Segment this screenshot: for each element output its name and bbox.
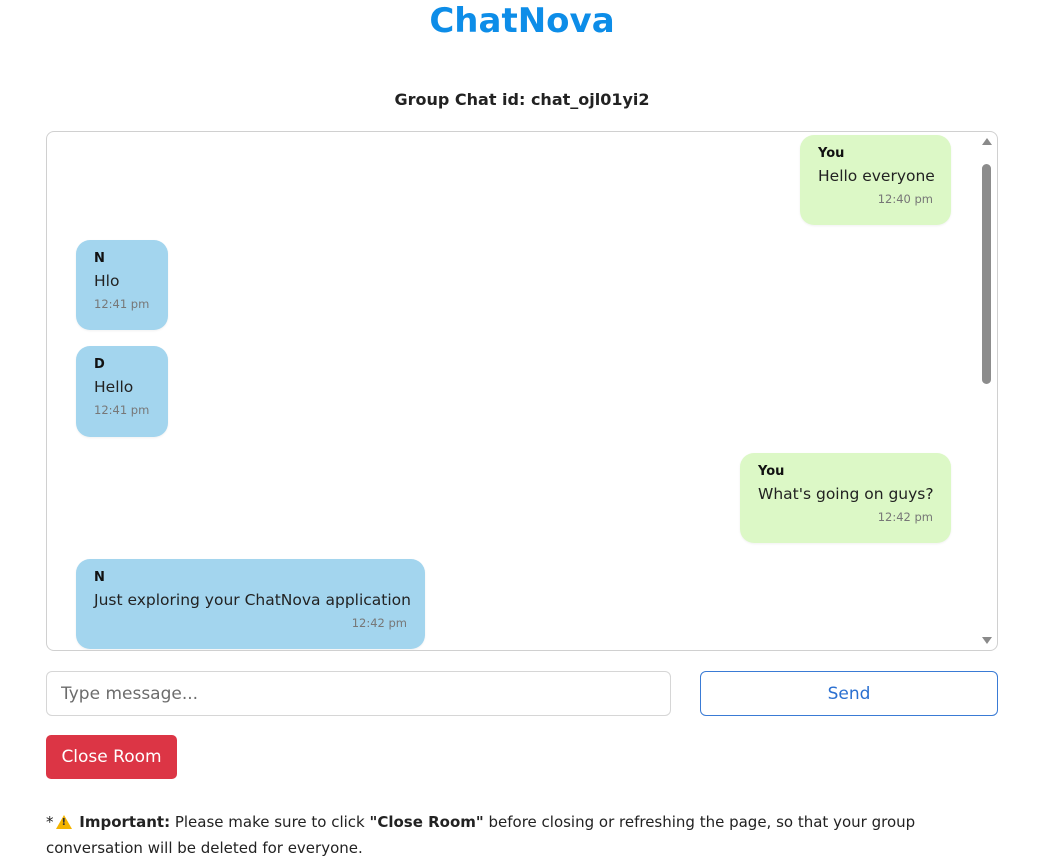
message-text: Hlo [94, 272, 120, 290]
notice-highlight: "Close Room" [369, 813, 484, 831]
message-text: Just exploring your ChatNova application [94, 591, 411, 609]
close-room-button[interactable]: Close Room [46, 735, 177, 779]
chat-scrollbar[interactable] [981, 136, 993, 646]
message-list[interactable]: You Hello everyone 12:40 pm N Hlo 12:41 … [46, 131, 998, 651]
app-title: ChatNova [429, 1, 615, 41]
message-sender: You [818, 146, 845, 161]
warning-icon [55, 815, 72, 829]
scroll-down-arrow-icon[interactable] [982, 637, 992, 644]
message-sender: N [94, 570, 105, 585]
message-time: 12:42 pm [351, 616, 407, 630]
message-bubble-other: N Hlo 12:41 pm [76, 240, 168, 330]
message-bubble-own: You Hello everyone 12:40 pm [800, 135, 951, 225]
message-time: 12:41 pm [94, 403, 150, 417]
message-input[interactable] [46, 671, 671, 716]
message-bubble-other: D Hello 12:41 pm [76, 346, 168, 437]
message-text: Hello [94, 378, 134, 396]
message-time: 12:40 pm [877, 192, 933, 206]
message-sender: N [94, 251, 105, 266]
message-text: What's going on guys? [758, 485, 934, 503]
notice-important-label: Important: [79, 813, 171, 831]
message-bubble-own: You What's going on guys? 12:42 pm [740, 453, 951, 543]
message-time: 12:41 pm [94, 297, 150, 311]
message-sender: D [94, 357, 105, 372]
message-sender: You [758, 464, 785, 479]
notice-text-before: Please make sure to click [170, 813, 370, 831]
scrollbar-thumb[interactable] [982, 164, 991, 384]
notice-asterisk: * [46, 813, 54, 831]
scroll-up-arrow-icon[interactable] [982, 138, 992, 145]
message-bubble-other: N Just exploring your ChatNova applicati… [76, 559, 425, 649]
send-button[interactable]: Send [700, 671, 998, 716]
message-time: 12:42 pm [877, 510, 933, 524]
important-notice: * Important: Please make sure to click "… [46, 809, 946, 861]
message-text: Hello everyone [818, 167, 935, 185]
group-chat-id: Group Chat id: chat_ojl01yi2 [394, 90, 650, 109]
